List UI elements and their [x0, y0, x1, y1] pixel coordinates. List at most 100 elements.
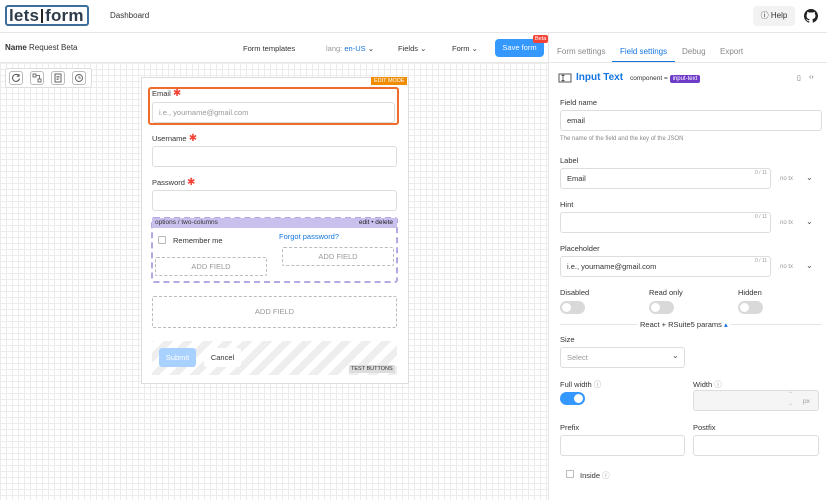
copy-icon[interactable]: ▯ — [797, 74, 801, 82]
label-input[interactable]: Email — [560, 168, 771, 189]
label-label: Label — [560, 156, 579, 165]
component-title: Input Text — [576, 72, 624, 83]
password-label: Password ✱ — [152, 178, 195, 188]
form-name: Name Request Beta — [5, 43, 78, 52]
add-field-button[interactable]: ADD FIELD — [152, 296, 397, 328]
hidden-label: Hidden — [738, 288, 762, 297]
help-button[interactable]: ⓘ Help — [753, 6, 795, 26]
inside-label-text: Inside — [580, 471, 601, 480]
disabled-label: Disabled — [560, 288, 590, 297]
chevron-up-icon: ▴ — [724, 320, 728, 329]
inside-checkbox[interactable] — [566, 470, 574, 478]
help-label: Help — [770, 11, 788, 20]
help-icon: ⓘ — [760, 11, 771, 20]
info-icon: ⓘ — [714, 380, 722, 389]
submit-button[interactable]: Submit — [159, 348, 196, 367]
label-tx-select[interactable]: no tx — [780, 176, 793, 182]
width-unit: px — [803, 398, 810, 405]
form-templates-button[interactable]: Form templates — [243, 44, 295, 53]
disabled-toggle[interactable] — [560, 301, 585, 314]
required-star-icon: ✱ — [172, 88, 182, 99]
structure-icon[interactable] — [30, 71, 44, 85]
code-icon[interactable]: ‹› — [809, 74, 814, 81]
info-icon: ⓘ — [602, 471, 610, 480]
fields-label: Fields — [398, 44, 419, 53]
placeholder-counter: 0 / 11 — [755, 258, 768, 264]
remember-me-label: Remember me — [173, 236, 223, 245]
forgot-password-link[interactable]: Forgot password? — [279, 232, 339, 241]
edit-delete-links[interactable]: edit • delete — [359, 218, 393, 228]
email-field[interactable]: i.e., yourname@gmail.com — [152, 102, 395, 123]
logo[interactable]: lets form — [5, 5, 89, 26]
width-label-text: Width — [693, 380, 713, 389]
readonly-toggle[interactable] — [649, 301, 674, 314]
tab-field-settings[interactable]: Field settings — [620, 47, 667, 56]
add-field-button[interactable]: ADD FIELD — [155, 257, 267, 276]
logo-cursor — [41, 9, 44, 23]
tab-debug[interactable]: Debug — [682, 47, 706, 56]
language-dropdown[interactable]: lang: en-US ⌄ — [326, 44, 374, 53]
placeholder-input[interactable]: i.e., yourname@gmail.com — [560, 256, 771, 277]
field-name-input[interactable]: email — [560, 110, 822, 131]
hidden-toggle[interactable] — [738, 301, 763, 314]
lang-label: lang: — [326, 44, 343, 53]
test-buttons-badge: TEST BUTTONS — [349, 365, 395, 373]
size-label: Size — [560, 335, 575, 344]
rsuite-params-label: React + RSuite5 params — [640, 320, 722, 329]
remember-me-checkbox[interactable] — [158, 236, 166, 244]
password-field[interactable] — [152, 190, 397, 211]
logo-text-left: lets — [9, 6, 40, 25]
beta-badge: Beta — [533, 35, 549, 43]
form-dropdown[interactable]: Form ⌄ — [452, 44, 478, 53]
component-type: component = input-text — [630, 75, 701, 83]
full-width-toggle[interactable] — [560, 392, 585, 405]
hint-input[interactable] — [560, 212, 771, 233]
width-input[interactable] — [693, 390, 819, 411]
lang-value: en-US — [344, 44, 366, 53]
chevron-down-icon[interactable]: ⌄ — [806, 217, 813, 226]
email-label: Email ✱ — [152, 88, 182, 99]
label-counter: 0 / 11 — [755, 170, 768, 176]
field-name-hint: The name of the field and the key of the… — [560, 136, 684, 142]
tab-export[interactable]: Export — [720, 47, 743, 56]
hint-counter: 0 / 11 — [755, 214, 768, 220]
placeholder-label: Placeholder — [560, 244, 600, 253]
postfix-label: Postfix — [693, 423, 716, 432]
add-field-button[interactable]: ADD FIELD — [282, 247, 394, 266]
logo-text-right: form — [45, 6, 84, 25]
fields-dropdown[interactable]: Fields ⌄ — [398, 44, 426, 53]
password-label-text: Password — [152, 178, 185, 187]
size-select[interactable]: Select — [560, 347, 685, 368]
edit-mode-badge: EDIT MODE — [371, 77, 408, 85]
tab-form-settings[interactable]: Form settings — [557, 47, 605, 56]
prefix-input[interactable] — [560, 435, 685, 456]
chevron-down-icon[interactable]: ⌄ — [806, 173, 813, 182]
chevron-down-icon[interactable]: ⌄ — [806, 261, 813, 270]
readonly-label: Read only — [649, 288, 683, 297]
input-text-icon — [558, 73, 572, 83]
full-width-label-text: Full width — [560, 380, 592, 389]
refresh-icon[interactable] — [9, 71, 23, 85]
rsuite-params-toggle[interactable]: React + RSuite5 params ▴ — [637, 320, 731, 329]
form-label: Form — [452, 44, 470, 53]
prefix-label: Prefix — [560, 423, 580, 432]
nav-dashboard[interactable]: Dashboard — [110, 11, 149, 20]
info-icon: ⓘ — [593, 380, 602, 389]
columns-header: options / two-columns edit • delete — [152, 218, 397, 228]
width-stepper[interactable]: ⌃ ⌄ — [788, 391, 793, 409]
placeholder-tx-select[interactable]: no tx — [780, 264, 793, 270]
form-name-label: Name — [5, 43, 27, 52]
required-star-icon: ✱ — [188, 133, 198, 144]
username-field[interactable] — [152, 146, 397, 167]
rotate-icon[interactable] — [72, 71, 86, 85]
form-name-value[interactable]: Request Beta — [29, 43, 77, 52]
postfix-input[interactable] — [693, 435, 819, 456]
hint-tx-select[interactable]: no tx — [780, 220, 793, 226]
github-icon[interactable] — [804, 9, 818, 23]
component-label: component = — [630, 75, 668, 82]
document-icon[interactable] — [51, 71, 65, 85]
hint-label: Hint — [560, 200, 574, 209]
chevron-down-icon: ⌄ — [672, 351, 679, 360]
cancel-button[interactable]: Cancel — [204, 348, 241, 367]
username-label-text: Username — [152, 134, 187, 143]
